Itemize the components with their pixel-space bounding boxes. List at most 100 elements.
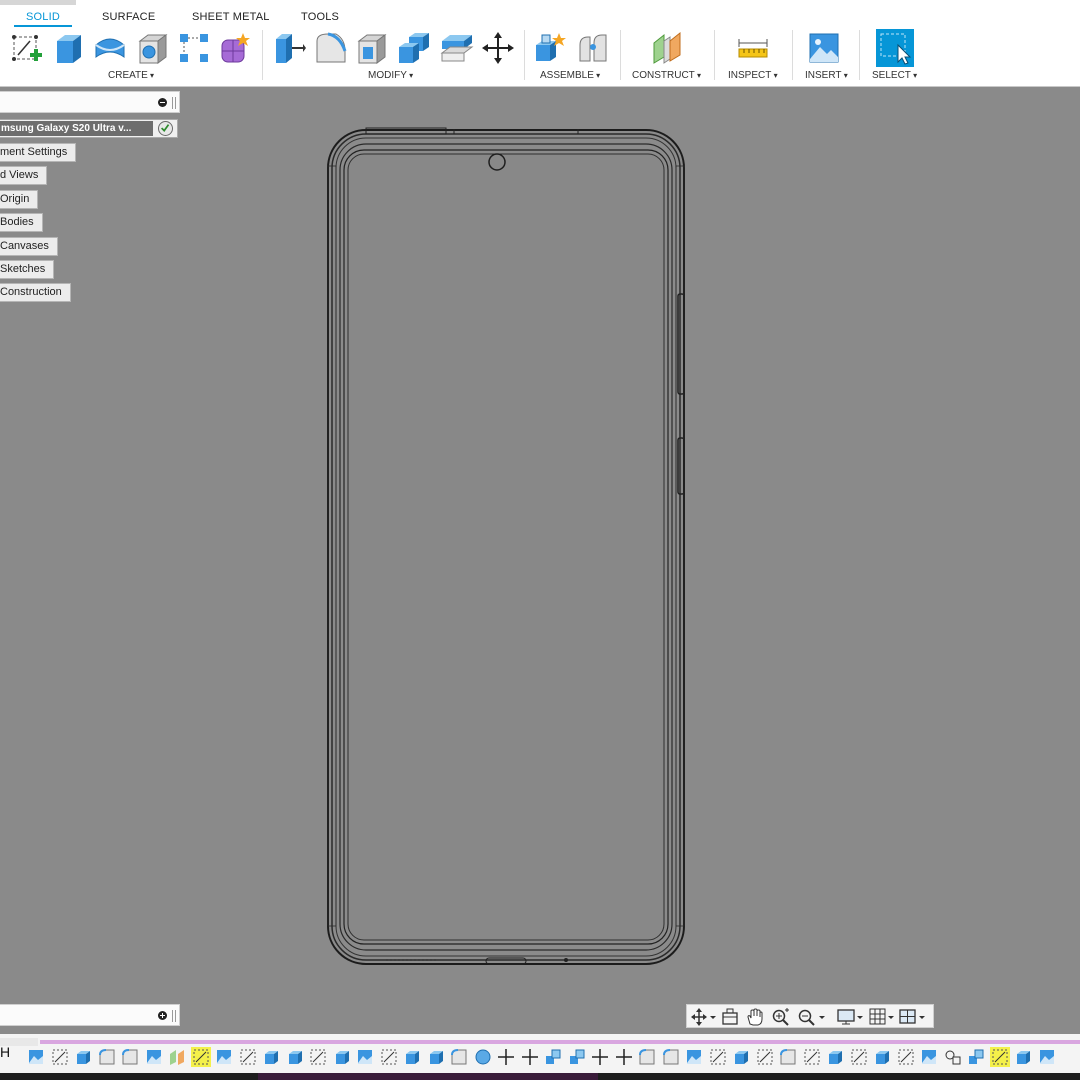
timeline-feature-sketch-icon[interactable]: [308, 1047, 328, 1067]
timeline-feature-combine-icon[interactable]: [543, 1047, 563, 1067]
timeline-feature-sketch-icon[interactable]: [989, 1047, 1010, 1067]
look-at-icon[interactable]: [721, 1008, 739, 1026]
panel-grip-icon[interactable]: [172, 1010, 176, 1022]
root-component-label: msung Galaxy S20 Ultra v...: [0, 121, 153, 136]
insert-image-icon[interactable]: [807, 31, 841, 65]
tab-tools[interactable]: TOOLS: [301, 11, 339, 23]
comments-panel-header: [0, 1004, 180, 1026]
browser-node-construction[interactable]: Construction: [0, 283, 71, 302]
joint-icon[interactable]: [576, 31, 610, 65]
browser-node-named-views[interactable]: d Views: [0, 166, 48, 185]
timeline-feature-move-icon[interactable]: [614, 1047, 634, 1067]
browser-root-node[interactable]: msung Galaxy S20 Ultra v...: [0, 119, 178, 138]
browser-node-settings[interactable]: ment Settings: [0, 143, 77, 162]
timeline-feature-move-icon[interactable]: [590, 1047, 610, 1067]
collapse-panel-icon[interactable]: [158, 98, 167, 107]
timeline-feature-extrude-icon[interactable]: [402, 1047, 422, 1067]
orbit-icon[interactable]: [691, 1008, 717, 1026]
document-tab-mark: [0, 0, 76, 5]
offset-face-icon[interactable]: [440, 31, 474, 65]
extrude-icon[interactable]: [51, 31, 85, 65]
timeline-feature-combine-icon[interactable]: [567, 1047, 587, 1067]
timeline-feature-extrude-icon[interactable]: [426, 1047, 446, 1067]
tab-solid[interactable]: SOLID: [13, 11, 73, 27]
select-menu[interactable]: SELECT: [872, 70, 917, 81]
timeline-feature-fillet-icon[interactable]: [120, 1047, 140, 1067]
viewports-icon[interactable]: [899, 1008, 927, 1026]
timeline-feature-image-icon[interactable]: [684, 1047, 704, 1067]
panel-grip-icon[interactable]: [172, 97, 176, 109]
timeline-feature-sketch-icon[interactable]: [755, 1047, 775, 1067]
timeline-feature-plane-icon[interactable]: [167, 1047, 187, 1067]
combine-icon[interactable]: [397, 31, 431, 65]
timeline-feature-extrude-icon[interactable]: [825, 1047, 845, 1067]
inspect-menu[interactable]: INSPECT: [728, 70, 778, 81]
timeline-feature-sketch-icon[interactable]: [379, 1047, 399, 1067]
create-sketch-icon[interactable]: [10, 31, 44, 65]
expand-panel-icon[interactable]: [158, 1011, 167, 1020]
timeline-feature-extrude-icon[interactable]: [872, 1047, 892, 1067]
timeline-feature-image-icon[interactable]: [214, 1047, 234, 1067]
revolve-icon[interactable]: [93, 31, 127, 65]
browser-node-sketches[interactable]: Sketches: [0, 260, 55, 279]
timeline-feature-sphere-icon[interactable]: [473, 1047, 493, 1067]
timeline-feature-extrude-icon[interactable]: [731, 1047, 751, 1067]
timeline-feature-fillet-icon[interactable]: [97, 1047, 117, 1067]
shell-icon[interactable]: [355, 31, 389, 65]
timeline-feature-combine-icon[interactable]: [966, 1047, 986, 1067]
measure-icon[interactable]: [736, 31, 770, 65]
timeline-feature-image-icon[interactable]: [26, 1047, 46, 1067]
hole-icon[interactable]: [136, 31, 170, 65]
timeline-feature-move-icon[interactable]: [520, 1047, 540, 1067]
timeline-feature-fillet-icon[interactable]: [637, 1047, 657, 1067]
pattern-icon[interactable]: [177, 31, 211, 65]
tab-sheet-metal[interactable]: SHEET METAL: [192, 11, 270, 23]
timeline-feature-extrude-icon[interactable]: [1013, 1047, 1033, 1067]
phone-model[interactable]: [326, 126, 686, 966]
browser-node-origin[interactable]: Origin: [0, 190, 39, 209]
create-form-icon[interactable]: [218, 31, 252, 65]
browser-node-canvases[interactable]: Canvases: [0, 237, 58, 256]
timeline-feature-image-icon[interactable]: [144, 1047, 164, 1067]
modify-menu[interactable]: MODIFY: [368, 70, 413, 81]
select-icon[interactable]: [876, 29, 914, 67]
create-menu[interactable]: CREATE: [108, 70, 154, 81]
timeline-feature-image-icon[interactable]: [355, 1047, 375, 1067]
timeline-feature-sketch-icon[interactable]: [708, 1047, 728, 1067]
pan-icon[interactable]: [745, 1008, 765, 1026]
timeline-feature-sketch-icon[interactable]: [238, 1047, 258, 1067]
timeline-feature-sketch-icon[interactable]: [896, 1047, 916, 1067]
grid-icon[interactable]: [869, 1008, 895, 1026]
timeline-feature-fillet-icon[interactable]: [661, 1047, 681, 1067]
zoom-icon[interactable]: [797, 1008, 827, 1026]
tab-surface[interactable]: SURFACE: [102, 11, 155, 23]
navigation-bar: [686, 1004, 934, 1028]
fillet-icon[interactable]: [314, 31, 348, 65]
new-component-icon[interactable]: [534, 31, 568, 65]
timeline-feature-sketch-icon[interactable]: [50, 1047, 70, 1067]
timeline-feature-sketch-icon[interactable]: [190, 1047, 211, 1067]
timeline-feature-fillet-icon[interactable]: [449, 1047, 469, 1067]
insert-menu[interactable]: INSERT: [805, 70, 848, 81]
timeline-feature-sketch-icon[interactable]: [802, 1047, 822, 1067]
timeline-feature-extrude-icon[interactable]: [261, 1047, 281, 1067]
press-pull-icon[interactable]: [272, 31, 306, 65]
timeline-feature-move-icon[interactable]: [496, 1047, 516, 1067]
timeline-feature-extrude-icon[interactable]: [332, 1047, 352, 1067]
browser-node-bodies[interactable]: Bodies: [0, 213, 43, 232]
construct-menu[interactable]: CONSTRUCT: [632, 70, 701, 81]
timeline-feature-sketch-icon[interactable]: [849, 1047, 869, 1067]
timeline-feature-extrude-icon[interactable]: [73, 1047, 93, 1067]
timeline-feature-fillet-icon[interactable]: [778, 1047, 798, 1067]
offset-plane-icon[interactable]: [650, 31, 684, 65]
move-copy-icon[interactable]: [481, 31, 515, 65]
timeline-feature-image-icon[interactable]: [919, 1047, 939, 1067]
active-check-icon[interactable]: [158, 121, 173, 136]
timeline-feature-extrude-icon[interactable]: [285, 1047, 305, 1067]
browser-panel-header: [0, 91, 180, 113]
timeline-feature-image-icon[interactable]: [1037, 1047, 1057, 1067]
display-settings-icon[interactable]: [837, 1008, 865, 1026]
timeline-feature-joint-icon[interactable]: [943, 1047, 963, 1067]
zoom-window-icon[interactable]: [771, 1008, 791, 1026]
assemble-menu[interactable]: ASSEMBLE: [540, 70, 600, 81]
